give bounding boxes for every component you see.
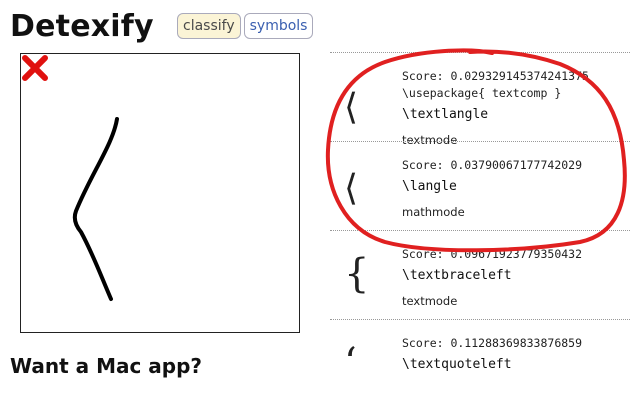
mac-app-heading: Want a Mac app? <box>10 354 203 378</box>
drawn-stroke <box>72 117 119 301</box>
result-mode: textmode <box>402 294 458 308</box>
drawing-canvas[interactable] <box>20 53 300 333</box>
result-item[interactable]: ‘ Score: 0.11288369833876859 \textquotel… <box>330 319 630 394</box>
result-item[interactable]: ⟨ Score: 0.029329145374241375 \usepackag… <box>330 52 630 147</box>
result-score: Score: 0.11288369833876859 <box>402 336 583 350</box>
result-command: \textlangle <box>402 107 489 122</box>
result-score: Score: 0.03790067177742029 <box>402 158 583 172</box>
result-command: \langle <box>402 179 457 194</box>
result-score: Score: 0.09671923779350432 <box>402 247 583 261</box>
symbol-glyph: { <box>344 251 370 297</box>
symbol-glyph: ⟨ <box>344 168 359 209</box>
result-mode: mathmode <box>402 205 465 219</box>
symbol-glyph: ⟨ <box>344 87 359 128</box>
results-list: ⟨ Score: 0.029329145374241375 \usepackag… <box>330 52 630 394</box>
result-item[interactable]: { Score: 0.09671923779350432 \textbracel… <box>330 230 630 319</box>
result-package: \usepackage{ textcomp } <box>402 86 562 100</box>
tab-symbols[interactable]: symbols <box>243 13 314 39</box>
tab-bar: classify symbols <box>177 13 314 39</box>
result-item[interactable]: ⟨ Score: 0.03790067177742029 \langle mat… <box>330 141 630 230</box>
tab-classify[interactable]: classify <box>177 13 241 39</box>
app-title: Detexify <box>10 9 154 44</box>
clear-x-icon[interactable] <box>21 54 49 82</box>
result-command: \textquoteleft <box>402 357 512 372</box>
result-score: Score: 0.029329145374241375 <box>402 69 589 83</box>
symbol-glyph: ‘ <box>344 340 357 386</box>
result-command: \textbraceleft <box>402 268 512 283</box>
